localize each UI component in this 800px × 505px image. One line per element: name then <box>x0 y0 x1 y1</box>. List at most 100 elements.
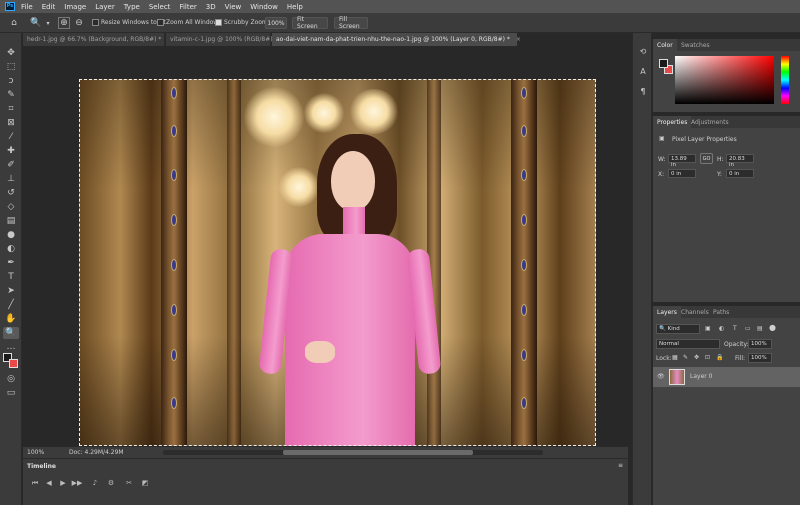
paragraph-icon[interactable]: ¶ <box>637 85 649 97</box>
blend-mode-select[interactable]: Normal <box>656 339 720 349</box>
visibility-eye-icon[interactable]: 👁 <box>657 373 665 380</box>
tab-color[interactable]: Color <box>653 39 677 51</box>
menu-filter[interactable]: Filter <box>179 3 196 11</box>
marquee-tool-icon[interactable]: ⬚ <box>3 61 19 73</box>
tab-ao-dai[interactable]: ao-dai-viet-nam-da-phat-trien-nhu-the-na… <box>272 33 521 46</box>
lock-transparent-icon[interactable]: ▦ <box>672 354 678 361</box>
transition-icon[interactable]: ◩ <box>139 479 151 489</box>
zoom-all-windows-checkbox[interactable] <box>157 19 164 26</box>
history-brush-tool-icon[interactable]: ↺ <box>3 187 19 199</box>
background-color-swatch[interactable] <box>9 359 18 368</box>
menu-file[interactable]: File <box>21 3 33 11</box>
healing-tool-icon[interactable]: ✚ <box>3 145 19 157</box>
y-field[interactable]: 0 in <box>726 169 754 178</box>
filter-adjustment-icon[interactable]: ◐ <box>719 325 724 332</box>
menu-type[interactable]: Type <box>124 3 140 11</box>
tab-hedr[interactable]: hedr-1.jpg @ 66.7% (Background, RGB/8#) … <box>23 33 172 46</box>
history-icon[interactable]: ⟲ <box>637 45 649 57</box>
lasso-tool-icon[interactable]: ↄ <box>3 75 19 87</box>
go-to-first-frame-icon[interactable]: ⏮ <box>29 479 41 489</box>
fill-screen-button[interactable]: Fill Screen <box>334 16 368 30</box>
zoom-out-icon[interactable]: ⊖ <box>73 17 85 29</box>
tab-properties[interactable]: Properties <box>653 116 692 128</box>
height-field[interactable]: 20.83 in <box>726 154 754 168</box>
menu-view[interactable]: View <box>225 3 242 11</box>
split-icon[interactable]: ✂ <box>123 479 135 489</box>
filter-pixel-icon[interactable]: ▣ <box>705 325 711 332</box>
lock-all-icon[interactable]: 🔒 <box>716 354 723 361</box>
character-icon[interactable]: A <box>637 65 649 77</box>
layer-row[interactable]: 👁 Layer 0 <box>653 367 800 387</box>
line-tool-icon[interactable]: ╱ <box>3 299 19 311</box>
tab-swatches[interactable]: Swatches <box>677 39 714 51</box>
hand-tool-icon[interactable]: ✋ <box>3 313 19 325</box>
scrollbar-thumb[interactable] <box>283 450 473 455</box>
hue-slider[interactable] <box>781 56 789 104</box>
dodge-tool-icon[interactable]: ◐ <box>3 243 19 255</box>
previous-frame-icon[interactable]: ◀ <box>43 479 55 489</box>
menu-select[interactable]: Select <box>149 3 171 11</box>
blur-tool-icon[interactable]: ● <box>3 229 19 241</box>
panel-menu-icon[interactable]: ≡ <box>618 462 623 469</box>
layer-filter-select[interactable]: 🔍 Kind <box>656 324 700 334</box>
lock-image-icon[interactable]: ✎ <box>683 354 688 361</box>
eraser-tool-icon[interactable]: ◇ <box>3 201 19 213</box>
filter-type-icon[interactable]: T <box>733 325 737 332</box>
tab-paths[interactable]: Paths <box>709 306 733 318</box>
pen-tool-icon[interactable]: ✒ <box>3 257 19 269</box>
link-dimensions-icon[interactable]: GO <box>700 153 713 164</box>
layer-name[interactable]: Layer 0 <box>690 373 712 380</box>
close-icon[interactable]: × <box>516 36 521 43</box>
play-icon[interactable]: ▶ <box>57 479 69 489</box>
quick-mask-icon[interactable]: ◎ <box>3 373 19 385</box>
x-field[interactable]: 0 in <box>668 169 696 178</box>
zoom-level[interactable]: 100% <box>27 449 44 456</box>
fill-field[interactable]: 100% <box>748 353 772 363</box>
filter-smart-object-icon[interactable]: ▤ <box>757 325 763 332</box>
gradient-tool-icon[interactable]: ▤ <box>3 215 19 227</box>
zoom-in-icon[interactable]: ⊕ <box>58 17 70 29</box>
audio-icon[interactable]: ♪ <box>89 479 101 489</box>
type-tool-icon[interactable]: T <box>3 271 19 283</box>
screen-mode-icon[interactable]: ▭ <box>3 387 19 399</box>
tab-adjustments[interactable]: Adjustments <box>687 116 733 128</box>
eyedropper-tool-icon[interactable]: ⁄ <box>3 131 19 143</box>
menu-layer[interactable]: Layer <box>95 3 115 11</box>
filter-toggle-icon[interactable]: ● <box>769 323 776 332</box>
tab-label: vitamin-c-1.jpg @ 100% (RGB/8#) <box>170 36 273 43</box>
home-icon[interactable]: ⌂ <box>8 17 20 29</box>
zoom-100-button[interactable]: 100% <box>265 17 287 29</box>
zoom-tool-preset-icon[interactable]: 🔍 <box>30 17 42 29</box>
tab-channels[interactable]: Channels <box>677 306 713 318</box>
clone-stamp-tool-icon[interactable]: ⊥ <box>3 173 19 185</box>
resize-windows-checkbox[interactable] <box>92 19 99 26</box>
menu-edit[interactable]: Edit <box>42 3 56 11</box>
fit-screen-button[interactable]: Fit Screen <box>292 16 328 30</box>
more-tools-icon[interactable]: … <box>3 341 19 353</box>
opacity-field[interactable]: 100% <box>748 339 772 349</box>
lock-artboard-icon[interactable]: ⊡ <box>705 354 710 361</box>
menu-3d[interactable]: 3D <box>206 3 216 11</box>
menu-window[interactable]: Window <box>250 3 278 11</box>
frame-tool-icon[interactable]: ⊠ <box>3 117 19 129</box>
width-field[interactable]: 13.89 in <box>668 154 696 168</box>
zoom-tool-icon[interactable]: 🔍 <box>3 327 19 339</box>
chevron-down-icon[interactable]: ▾ <box>42 17 54 29</box>
menu-help[interactable]: Help <box>287 3 303 11</box>
filter-shape-icon[interactable]: ▭ <box>745 325 751 332</box>
path-select-tool-icon[interactable]: ➤ <box>3 285 19 297</box>
crop-tool-icon[interactable]: ⌗ <box>3 103 19 115</box>
color-field[interactable] <box>675 56 774 104</box>
quick-select-tool-icon[interactable]: ✎ <box>3 89 19 101</box>
menu-image[interactable]: Image <box>64 3 86 11</box>
foreground-color-swatch[interactable] <box>659 59 668 68</box>
scrubby-zoom-checkbox[interactable] <box>215 19 222 26</box>
tab-vitamin[interactable]: vitamin-c-1.jpg @ 100% (RGB/8#)× <box>166 33 284 46</box>
settings-gear-icon[interactable]: ⚙ <box>105 479 117 489</box>
brush-tool-icon[interactable]: ✐ <box>3 159 19 171</box>
document-canvas[interactable] <box>79 79 596 446</box>
lock-position-icon[interactable]: ✥ <box>694 354 699 361</box>
next-frame-icon[interactable]: ▶▶ <box>71 479 83 489</box>
move-tool-icon[interactable]: ✥ <box>3 47 19 59</box>
horizontal-scrollbar[interactable] <box>163 450 543 455</box>
